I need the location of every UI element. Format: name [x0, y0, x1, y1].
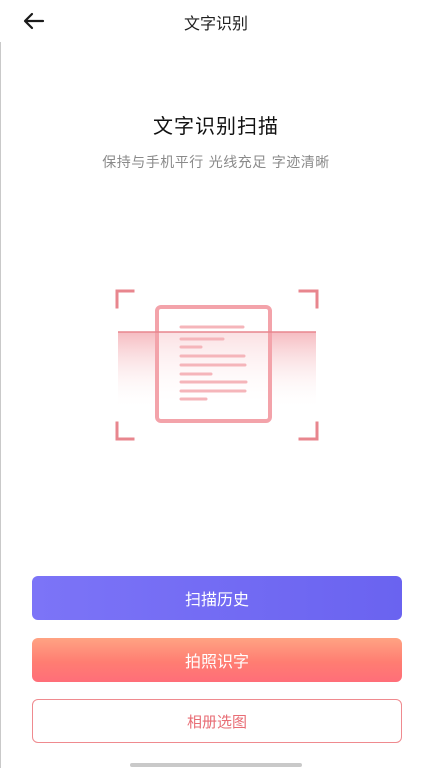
home-indicator[interactable] — [130, 763, 302, 767]
page-title: 文字识别 — [183, 14, 248, 33]
document-scan-icon — [115, 289, 319, 441]
album-select-button[interactable]: 相册选图 — [32, 699, 402, 743]
top-bar: 文字识别 — [0, 0, 432, 42]
scan-tips: 保持与手机平行 光线充足 字迹清晰 — [102, 155, 330, 171]
photo-recognize-button[interactable]: 拍照识字 — [32, 638, 402, 682]
scan-heading: 文字识别扫描 — [153, 114, 279, 138]
scan-history-button[interactable]: 扫描历史 — [32, 576, 402, 620]
document-scan-illustration — [114, 288, 320, 442]
